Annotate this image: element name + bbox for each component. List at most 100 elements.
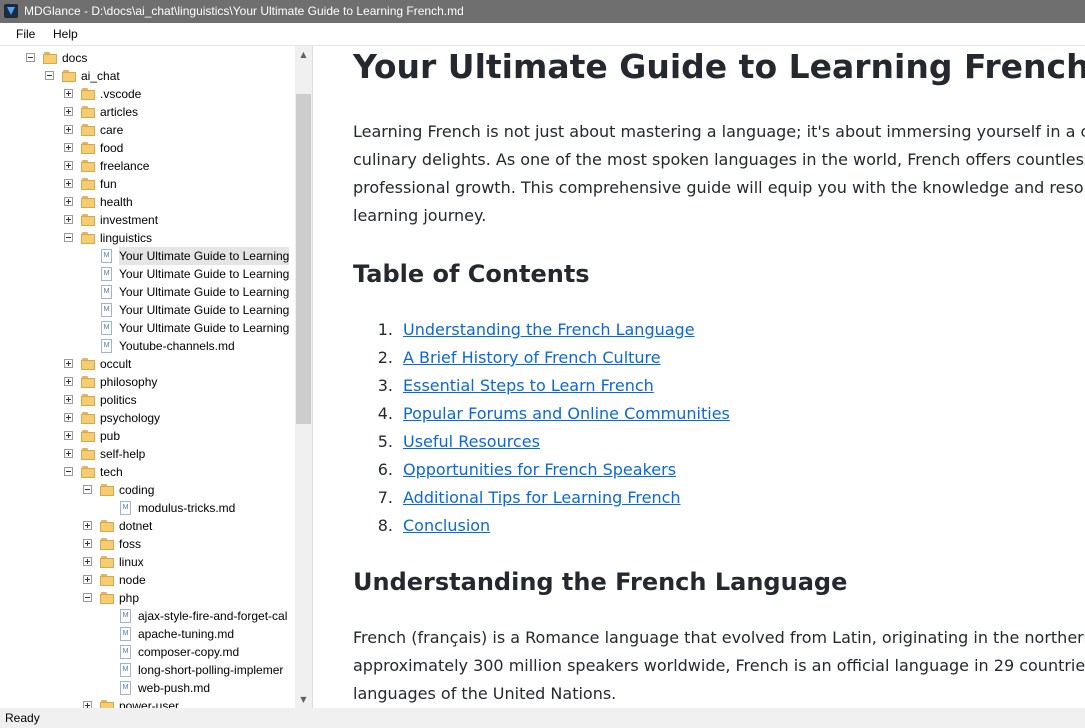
- toc-link[interactable]: Useful Resources: [403, 432, 540, 451]
- toc-link[interactable]: Understanding the French Language: [403, 320, 695, 339]
- tree-folder[interactable]: ai_chat: [0, 67, 300, 85]
- tree-folder[interactable]: docs: [0, 49, 300, 67]
- tree-file[interactable]: Mapache-tuning.md: [0, 625, 300, 643]
- toc-link[interactable]: Essential Steps to Learn French: [403, 376, 654, 395]
- folder-icon: [100, 484, 114, 496]
- tree-folder[interactable]: health: [0, 193, 300, 211]
- tree-item-label: ai_chat: [81, 69, 120, 83]
- expand-icon[interactable]: [83, 557, 92, 566]
- expand-icon[interactable]: [64, 125, 73, 134]
- tree-folder[interactable]: foss: [0, 535, 300, 553]
- tree-folder[interactable]: power-user: [0, 697, 300, 708]
- expand-icon[interactable]: [64, 197, 73, 206]
- toc-link[interactable]: Opportunities for French Speakers: [403, 460, 676, 479]
- section-line-1: French (français) is a Romance language …: [353, 628, 1085, 647]
- markdown-file-icon: M: [101, 321, 112, 335]
- expand-icon[interactable]: [83, 575, 92, 584]
- collapse-icon[interactable]: [26, 53, 35, 62]
- tree-file[interactable]: M Youtube-channels.md: [0, 337, 300, 355]
- tree-folder[interactable]: pub: [0, 427, 300, 445]
- intro-line-2: culinary delights. As one of the most sp…: [353, 150, 1085, 169]
- expand-icon[interactable]: [64, 449, 73, 458]
- expand-icon[interactable]: [83, 539, 92, 548]
- toc-link[interactable]: Popular Forums and Online Communities: [403, 404, 730, 423]
- menu-help[interactable]: Help: [53, 27, 78, 41]
- tree-folder[interactable]: freelance: [0, 157, 300, 175]
- tree-folder[interactable]: food: [0, 139, 300, 157]
- expand-icon[interactable]: [64, 107, 73, 116]
- markdown-file-icon: M: [120, 663, 131, 677]
- expand-icon[interactable]: [64, 377, 73, 386]
- collapse-icon[interactable]: [64, 467, 73, 476]
- intro-line-4: learning journey.: [353, 206, 487, 225]
- expand-icon[interactable]: [83, 701, 92, 708]
- file-tree[interactable]: docs ai_chat .vscode articles care food freela…: [0, 46, 313, 708]
- tree-file[interactable]: Mlong-short-polling-implemer: [0, 661, 300, 679]
- tree-file[interactable]: Mmodulus-tricks.md: [0, 499, 300, 517]
- collapse-icon[interactable]: [83, 485, 92, 494]
- tree-folder[interactable]: tech: [0, 463, 300, 481]
- toc-item: 2. A Brief History of French Culture: [353, 344, 730, 372]
- tree-file[interactable]: M Your Ultimate Guide to Learning: [0, 247, 300, 265]
- tree-item-label: modulus-tricks.md: [138, 501, 236, 515]
- tree-file[interactable]: Majax-style-fire-and-forget-cal: [0, 607, 300, 625]
- tree-folder[interactable]: investment: [0, 211, 300, 229]
- tree-folder[interactable]: care: [0, 121, 300, 139]
- markdown-preview[interactable]: Your Ultimate Guide to Learning French L…: [313, 46, 1085, 708]
- tree-item-label: occult: [100, 357, 132, 371]
- collapse-icon[interactable]: [45, 71, 54, 80]
- tree-folder[interactable]: dotnet: [0, 517, 300, 535]
- markdown-file-icon: M: [101, 339, 112, 353]
- tree-file[interactable]: Mcomposer-copy.md: [0, 643, 300, 661]
- expand-icon[interactable]: [64, 179, 73, 188]
- expand-icon[interactable]: [64, 413, 73, 422]
- toc-link[interactable]: Additional Tips for Learning French: [403, 488, 681, 507]
- folder-icon: [81, 358, 95, 370]
- tree-folder[interactable]: node: [0, 571, 300, 589]
- tree-scrollbar[interactable]: ▲ ▼: [295, 46, 312, 708]
- tree-file[interactable]: M Your Ultimate Guide to Learning: [0, 283, 300, 301]
- folder-icon: [81, 214, 95, 226]
- toc-link[interactable]: A Brief History of French Culture: [403, 348, 661, 367]
- scroll-up-arrow-icon[interactable]: ▲: [295, 46, 312, 63]
- expand-icon[interactable]: [64, 161, 73, 170]
- tree-folder[interactable]: occult: [0, 355, 300, 373]
- tree-file[interactable]: M Your Ultimate Guide to Learning: [0, 319, 300, 337]
- markdown-file-icon: M: [120, 609, 131, 623]
- expand-icon[interactable]: [64, 89, 73, 98]
- doc-title: Your Ultimate Guide to Learning French: [353, 47, 1085, 86]
- tree-folder[interactable]: coding: [0, 481, 300, 499]
- expand-icon[interactable]: [64, 143, 73, 152]
- expand-icon[interactable]: [64, 395, 73, 404]
- tree-folder[interactable]: php: [0, 589, 300, 607]
- toc-item: 6. Opportunities for French Speakers: [353, 456, 730, 484]
- menu-file[interactable]: File: [16, 27, 35, 41]
- expand-icon[interactable]: [83, 521, 92, 530]
- tree-folder[interactable]: linguistics: [0, 229, 300, 247]
- markdown-file-icon: M: [120, 627, 131, 641]
- intro-line-1: Learning French is not just about master…: [353, 122, 1085, 141]
- tree-folder[interactable]: politics: [0, 391, 300, 409]
- scroll-thumb[interactable]: [296, 94, 311, 424]
- collapse-icon[interactable]: [83, 593, 92, 602]
- tree-item-label: coding: [119, 483, 155, 497]
- scroll-down-arrow-icon[interactable]: ▼: [295, 691, 312, 708]
- tree-folder[interactable]: .vscode: [0, 85, 300, 103]
- tree-file[interactable]: M Your Ultimate Guide to Learning: [0, 301, 300, 319]
- tree-folder[interactable]: linux: [0, 553, 300, 571]
- tree-folder[interactable]: psychology: [0, 409, 300, 427]
- tree-file[interactable]: Mweb-push.md: [0, 679, 300, 697]
- expand-icon[interactable]: [64, 431, 73, 440]
- tree-item-label: foss: [119, 537, 142, 551]
- tree-folder[interactable]: philosophy: [0, 373, 300, 391]
- tree-folder[interactable]: self-help: [0, 445, 300, 463]
- folder-icon: [81, 142, 95, 154]
- toc-link[interactable]: Conclusion: [403, 516, 490, 535]
- tree-folder[interactable]: articles: [0, 103, 300, 121]
- collapse-icon[interactable]: [64, 233, 73, 242]
- tree-item-label: php: [119, 591, 140, 605]
- expand-icon[interactable]: [64, 215, 73, 224]
- tree-folder[interactable]: fun: [0, 175, 300, 193]
- tree-file[interactable]: M Your Ultimate Guide to Learning: [0, 265, 300, 283]
- expand-icon[interactable]: [64, 359, 73, 368]
